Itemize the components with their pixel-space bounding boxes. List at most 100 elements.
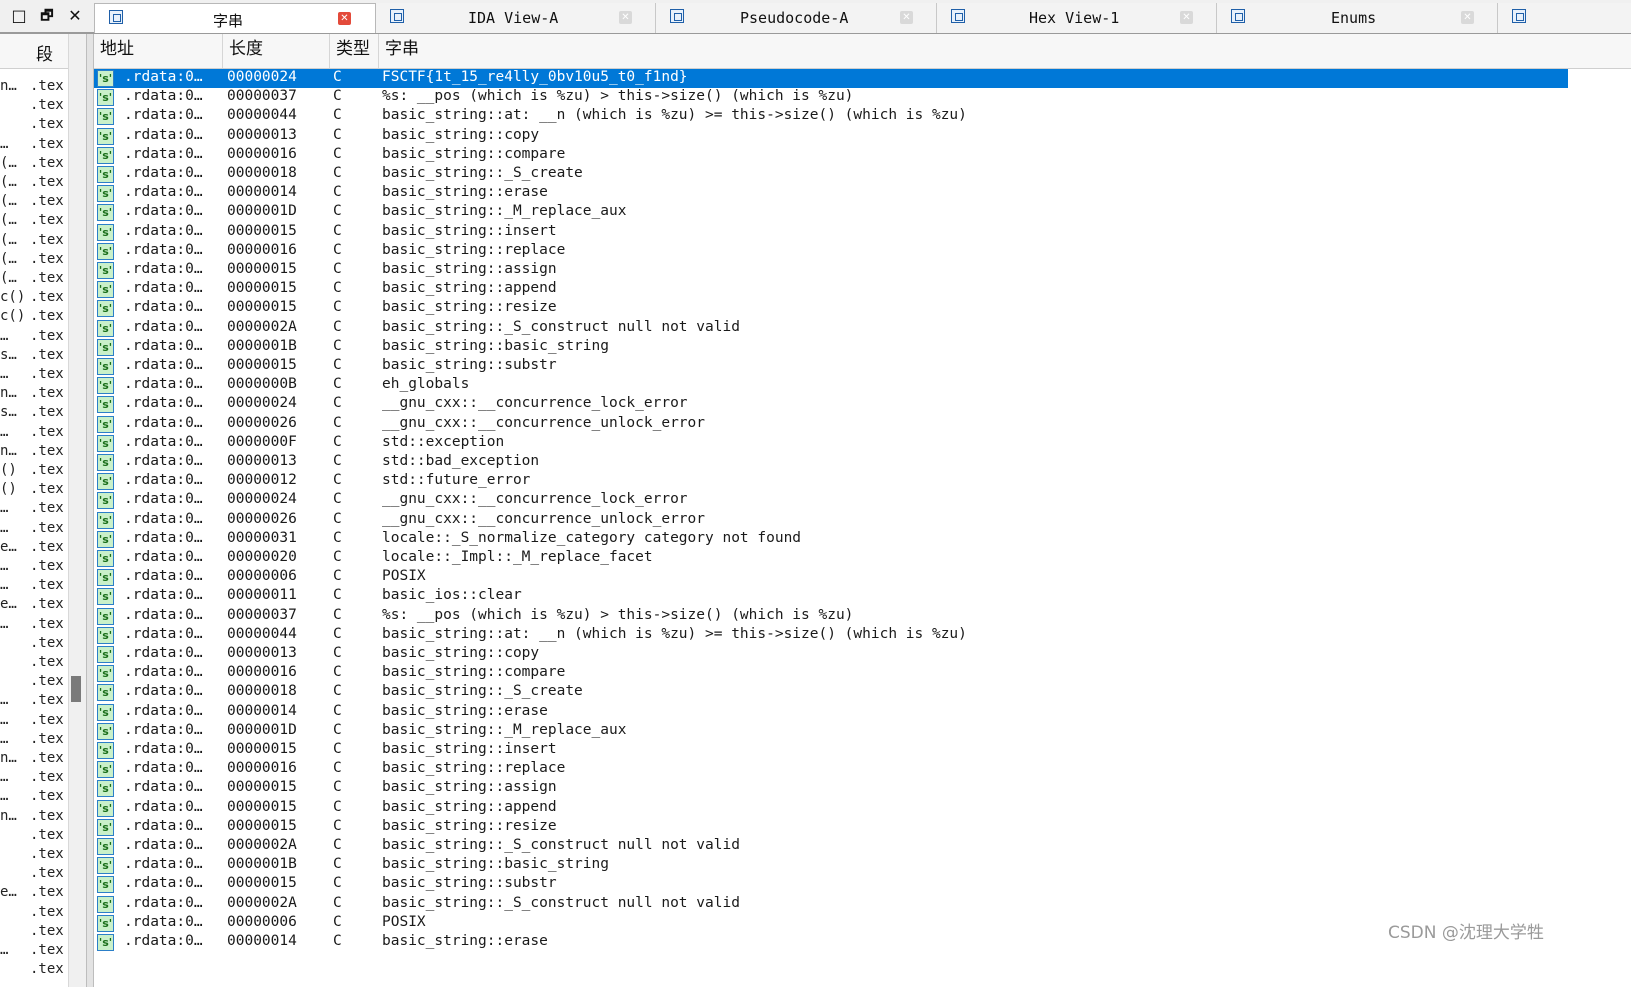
table-row[interactable]: 's' .rdata:0… 00000012 Cstd::future_error bbox=[94, 472, 1568, 491]
function-row[interactable]: .tex bbox=[0, 673, 68, 692]
table-row[interactable]: 's' .rdata:0… 00000015 Cbasic_string::assig… bbox=[94, 261, 1568, 280]
function-row[interactable]: (… .tex bbox=[0, 174, 68, 193]
close-icon[interactable]: ✕ bbox=[64, 5, 86, 27]
tab-close-icon[interactable]: ✕ bbox=[1180, 11, 1193, 24]
table-row[interactable]: 's' .rdata:0… 0000000F Cstd::exception bbox=[94, 434, 1568, 453]
table-row[interactable]: 's' .rdata:0… 00000016 Cbasic_string::repla… bbox=[94, 760, 1568, 779]
functions-scrollbar[interactable] bbox=[68, 34, 87, 987]
table-row[interactable]: 's' .rdata:0… 00000044 Cbasic_string::at: _… bbox=[94, 107, 1568, 126]
table-row[interactable]: 's' .rdata:0… 0000000B Ceh_globals bbox=[94, 376, 1568, 395]
table-row[interactable]: 's' .rdata:0… 00000024 C __gnu_cxx::__concur… bbox=[94, 491, 1568, 510]
function-row[interactable]: … .tex bbox=[0, 616, 68, 635]
function-row[interactable]: () .tex bbox=[0, 462, 68, 481]
table-row[interactable]: 's' .rdata:0… 00000020 Clocale::_Impl::_M_r… bbox=[94, 549, 1568, 568]
table-row[interactable]: 's' .rdata:0… 00000016 Cbasic_string::compa… bbox=[94, 146, 1568, 165]
tab-close-icon[interactable]: ✕ bbox=[619, 11, 632, 24]
function-row[interactable]: .tex bbox=[0, 923, 68, 942]
function-row[interactable]: (… .tex bbox=[0, 232, 68, 251]
function-row[interactable]: .tex bbox=[0, 846, 68, 865]
function-row[interactable]: e… .tex bbox=[0, 884, 68, 903]
pane-splitter[interactable] bbox=[86, 34, 94, 987]
function-row[interactable]: (… .tex bbox=[0, 212, 68, 231]
table-row[interactable]: 's' .rdata:0… 00000015 Cbasic_string::inser… bbox=[94, 741, 1568, 760]
table-row[interactable]: 's' .rdata:0… 00000044 Cbasic_string::at: _… bbox=[94, 626, 1568, 645]
table-row[interactable]: 's' .rdata:0… 00000015 Cbasic_string::subst… bbox=[94, 875, 1568, 894]
function-row[interactable]: (… .tex bbox=[0, 251, 68, 270]
function-row[interactable]: … .tex bbox=[0, 731, 68, 750]
function-row[interactable]: … .tex bbox=[0, 692, 68, 711]
table-row[interactable]: 's' .rdata:0… 00000011 Cbasic_ios::clear bbox=[94, 587, 1568, 606]
restore-icon[interactable]: 🗗 bbox=[36, 5, 58, 27]
function-row[interactable]: … .tex bbox=[0, 788, 68, 807]
function-row[interactable]: .tex bbox=[0, 961, 68, 980]
functions-scrollbar-thumb[interactable] bbox=[71, 676, 81, 702]
table-row[interactable]: 's' .rdata:0… 00000013 Cbasic_string::copy bbox=[94, 127, 1568, 146]
tab-pseudocode-a[interactable]: Pseudocode-A ✕ bbox=[656, 3, 937, 33]
function-row[interactable]: .tex bbox=[0, 654, 68, 673]
tab-close-icon[interactable]: ✕ bbox=[338, 12, 351, 25]
table-row[interactable]: 's' .rdata:0… 0000002A Cbasic_string::_S_co… bbox=[94, 837, 1568, 856]
function-row[interactable]: … .tex bbox=[0, 366, 68, 385]
table-row[interactable]: 's' .rdata:0… 00000024 C FSCTF{1t_15_re4lly_… bbox=[94, 69, 1568, 88]
tab-enums[interactable]: Enums ✕ bbox=[1217, 3, 1498, 33]
function-row[interactable]: .tex bbox=[0, 97, 68, 116]
table-row[interactable]: 's' .rdata:0… 0000002A Cbasic_string::_S_co… bbox=[94, 319, 1568, 338]
table-row[interactable]: 's' .rdata:0… 00000013 Cstd::bad_exception bbox=[94, 453, 1568, 472]
function-row[interactable]: s… .tex bbox=[0, 404, 68, 423]
table-row[interactable]: 's' .rdata:0… 00000015 Cbasic_string::appen… bbox=[94, 799, 1568, 818]
column-header-string[interactable]: 字串 bbox=[379, 34, 1631, 68]
function-row[interactable]: … .tex bbox=[0, 558, 68, 577]
table-row[interactable]: 's' .rdata:0… 00000015 Cbasic_string::subst… bbox=[94, 357, 1568, 376]
function-row[interactable]: c() .tex bbox=[0, 308, 68, 327]
table-row[interactable]: 's' .rdata:0… 00000006 C POSIX bbox=[94, 568, 1568, 587]
tab-close-icon[interactable]: ✕ bbox=[1461, 11, 1474, 24]
table-row[interactable]: 's' .rdata:0… 00000018 Cbasic_string::_S_cr… bbox=[94, 165, 1568, 184]
table-row[interactable]: 's' .rdata:0… 00000015 Cbasic_string::resiz… bbox=[94, 818, 1568, 837]
table-row[interactable]: 's' .rdata:0… 00000014 Cbasic_string::erase bbox=[94, 703, 1568, 722]
table-row[interactable]: 's' .rdata:0… 00000016 Cbasic_string::repla… bbox=[94, 242, 1568, 261]
function-row[interactable]: … .tex bbox=[0, 424, 68, 443]
function-row[interactable]: … .tex bbox=[0, 500, 68, 519]
table-row[interactable]: 's' .rdata:0… 0000001D Cbasic_string::_M_re… bbox=[94, 722, 1568, 741]
table-row[interactable]: 's' .rdata:0… 00000024 C __gnu_cxx::__concur… bbox=[94, 395, 1568, 414]
table-row[interactable]: 's' .rdata:0… 00000037 C %s: __pos (which is… bbox=[94, 88, 1568, 107]
table-row[interactable]: 's' .rdata:0… 0000001D Cbasic_string::_M_re… bbox=[94, 203, 1568, 222]
function-row[interactable]: … .tex bbox=[0, 136, 68, 155]
column-header-segment[interactable]: 段 bbox=[36, 40, 53, 65]
table-row[interactable]: 's' .rdata:0… 00000015 Cbasic_string::assig… bbox=[94, 779, 1568, 798]
table-row[interactable]: 's' .rdata:0… 00000013 Cbasic_string::copy bbox=[94, 645, 1568, 664]
function-row[interactable]: n… .tex bbox=[0, 443, 68, 462]
table-row[interactable]: 's' .rdata:0… 0000001B Cbasic_string::basic… bbox=[94, 856, 1568, 875]
function-row[interactable]: .tex bbox=[0, 904, 68, 923]
table-row[interactable]: 's' .rdata:0… 00000037 C %s: __pos (which is… bbox=[94, 607, 1568, 626]
tab-ida-view-a[interactable]: IDA View-A ✕ bbox=[376, 3, 656, 33]
table-row[interactable]: 's' .rdata:0… 00000015 Cbasic_string::resiz… bbox=[94, 299, 1568, 318]
column-header-address[interactable]: 地址 bbox=[94, 34, 223, 68]
table-row[interactable]: 's' .rdata:0… 0000001B Cbasic_string::basic… bbox=[94, 338, 1568, 357]
column-header-type[interactable]: 类型 bbox=[330, 34, 379, 68]
function-row[interactable]: c() .tex bbox=[0, 289, 68, 308]
maximize-icon[interactable]: □ bbox=[8, 5, 30, 27]
function-row[interactable]: () .tex bbox=[0, 481, 68, 500]
table-row[interactable]: 's' .rdata:0… 00000026 C __gnu_cxx::__concur… bbox=[94, 415, 1568, 434]
tab-hex-view-1[interactable]: Hex View-1 ✕ bbox=[937, 3, 1217, 33]
function-row[interactable]: s… .tex bbox=[0, 347, 68, 366]
table-row[interactable]: 's' .rdata:0… 00000031 Clocale::_S_normaliz… bbox=[94, 530, 1568, 549]
table-row[interactable]: 's' .rdata:0… 00000014 Cbasic_string::erase bbox=[94, 933, 1568, 952]
function-row[interactable]: (… .tex bbox=[0, 270, 68, 289]
table-row[interactable]: 's' .rdata:0… 00000014 Cbasic_string::erase bbox=[94, 184, 1568, 203]
table-row[interactable]: 's' .rdata:0… 00000006 C POSIX bbox=[94, 914, 1568, 933]
function-row[interactable]: (… .tex bbox=[0, 155, 68, 174]
function-row[interactable]: … .tex bbox=[0, 328, 68, 347]
table-row[interactable]: 's' .rdata:0… 00000016 Cbasic_string::compa… bbox=[94, 664, 1568, 683]
function-row[interactable]: .tex bbox=[0, 865, 68, 884]
function-row[interactable]: … .tex bbox=[0, 769, 68, 788]
function-row[interactable]: e… .tex bbox=[0, 539, 68, 558]
tab-overflow[interactable] bbox=[1498, 3, 1631, 33]
table-row[interactable]: 's' .rdata:0… 00000018 Cbasic_string::_S_cr… bbox=[94, 683, 1568, 702]
function-row[interactable]: .tex bbox=[0, 827, 68, 846]
table-row[interactable]: 's' .rdata:0… 0000002A Cbasic_string::_S_co… bbox=[94, 895, 1568, 914]
function-row[interactable]: e… .tex bbox=[0, 596, 68, 615]
tab-close-icon[interactable]: ✕ bbox=[900, 11, 913, 24]
function-row[interactable]: n… .tex bbox=[0, 808, 68, 827]
